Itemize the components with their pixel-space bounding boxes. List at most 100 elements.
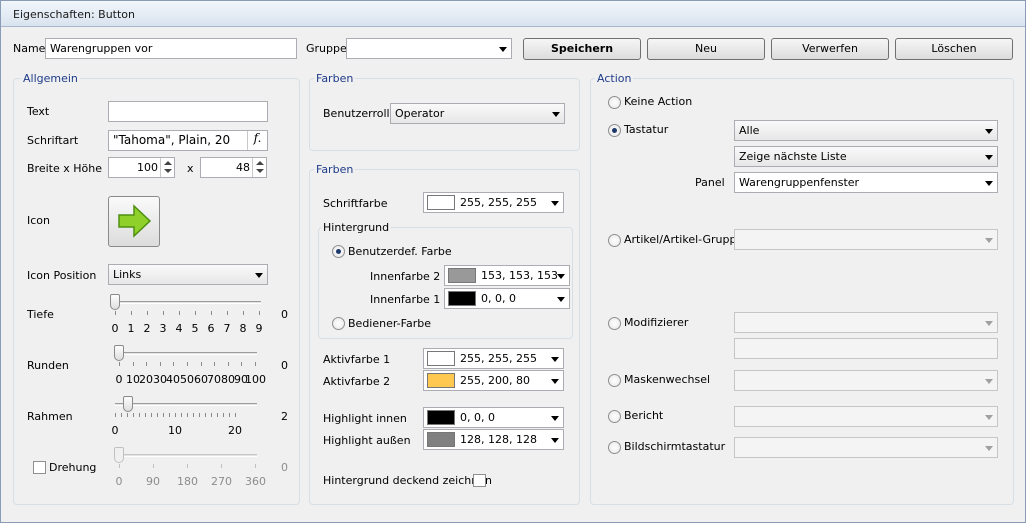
screen-keyboard-select[interactable]: [734, 437, 998, 458]
slider-tick: [187, 362, 188, 366]
rotation-slider-thumb[interactable]: [114, 447, 124, 463]
slider-tick-label: 0: [115, 475, 123, 488]
rounding-label: Runden: [27, 359, 69, 372]
spinner-arrows-icon[interactable]: [252, 158, 266, 177]
slider-tick: [147, 311, 148, 315]
highlight-outer-select[interactable]: 128, 128, 128: [423, 429, 564, 450]
modifier-label: Modifizierer: [624, 316, 689, 329]
screen-keyboard-radio[interactable]: [608, 441, 621, 454]
rotation-checkbox[interactable]: [33, 461, 46, 474]
no-action-radio[interactable]: [608, 96, 621, 109]
slider-minor-tick: [127, 413, 128, 417]
article-group-select[interactable]: [734, 229, 998, 250]
active-color-2-label: Aktivfarbe 2: [323, 375, 391, 388]
slider-tick-label: 360: [245, 475, 266, 488]
panel-select[interactable]: Warengruppenfenster: [734, 172, 998, 193]
inner-color-1-label: Innenfarbe 1: [370, 293, 441, 306]
mask-change-label: Maskenwechsel: [624, 373, 711, 386]
slider-tick: [115, 311, 116, 315]
save-button[interactable]: Speichern: [523, 38, 641, 60]
slider-minor-tick: [217, 413, 218, 417]
slider-tick: [119, 464, 120, 468]
operator-color-radio[interactable]: [332, 317, 345, 330]
rounding-slider-thumb[interactable]: [114, 345, 124, 361]
highlight-inner-select[interactable]: 0, 0, 0: [423, 407, 564, 428]
modifier-field[interactable]: [734, 338, 998, 359]
slider-minor-tick: [157, 413, 158, 417]
depth-value: 0: [281, 308, 288, 321]
article-group-radio[interactable]: [608, 234, 621, 247]
icon-picker-button[interactable]: [108, 196, 160, 247]
role-colors-title: Farben: [314, 72, 356, 85]
keyboard-select[interactable]: Alle: [734, 120, 998, 141]
name-field[interactable]: Warengruppen vor: [45, 38, 297, 59]
window-title: Eigenschaften: Button: [13, 8, 135, 21]
inner-color-2-label: Innenfarbe 2: [370, 270, 441, 283]
height-spinner[interactable]: 48: [200, 157, 267, 178]
mask-change-radio[interactable]: [608, 374, 621, 387]
spinner-arrows-icon[interactable]: [160, 158, 174, 177]
slider-tick: [227, 311, 228, 315]
no-action-label: Keine Action: [624, 95, 693, 108]
slider-minor-tick: [169, 413, 170, 417]
action-group-title: Action: [595, 72, 634, 85]
slider-tick: [133, 362, 134, 366]
mask-change-select[interactable]: [734, 370, 998, 391]
color-swatch: [427, 432, 455, 447]
slider-minor-tick: [133, 413, 134, 417]
next-list-select[interactable]: Zeige nächste Liste: [734, 146, 998, 167]
custom-color-radio[interactable]: [332, 245, 345, 258]
user-role-select[interactable]: Operator: [390, 103, 565, 124]
inner-color-1-select[interactable]: 0, 0, 0: [444, 288, 570, 309]
rotation-slider-track[interactable]: [115, 454, 257, 457]
opaque-background-label: Hintergrund deckend zeichnen: [323, 474, 492, 487]
slider-minor-tick: [175, 413, 176, 417]
delete-button[interactable]: Löschen: [895, 38, 1013, 60]
chevron-down-icon: [499, 47, 507, 52]
active-color-2-select[interactable]: 255, 200, 80: [423, 370, 564, 391]
keyboard-label: Tastatur: [624, 123, 669, 136]
report-select[interactable]: [734, 406, 998, 427]
chevron-down-icon: [557, 274, 565, 279]
active-color-1-select[interactable]: 255, 255, 255: [423, 348, 564, 369]
chevron-down-icon: [551, 357, 559, 362]
font-value: "Tahoma", Plain, 20: [113, 133, 231, 147]
font-color-select[interactable]: 255, 255, 255: [423, 192, 564, 213]
font-chooser-icon[interactable]: f.: [247, 131, 267, 150]
color-swatch: [448, 291, 476, 306]
modifier-select[interactable]: [734, 312, 998, 333]
slider-tick: [259, 311, 260, 315]
frame-slider-track[interactable]: [115, 403, 257, 406]
font-label: Schriftart: [27, 134, 79, 147]
slider-tick-label: 100: [245, 373, 266, 386]
rotation-label: Drehung: [49, 461, 97, 474]
new-button[interactable]: Neu: [647, 38, 765, 60]
color-swatch: [427, 351, 455, 366]
modifier-radio[interactable]: [608, 317, 621, 330]
text-field[interactable]: [108, 101, 268, 122]
frame-slider-thumb[interactable]: [123, 396, 133, 412]
slider-tick: [195, 311, 196, 315]
title-bar: Eigenschaften: Button: [1, 1, 1025, 27]
rounding-slider-track[interactable]: [115, 352, 257, 355]
width-spinner[interactable]: 100: [108, 157, 175, 178]
slider-minor-tick: [163, 413, 164, 417]
slider-minor-tick: [139, 413, 140, 417]
name-label: Name: [13, 42, 46, 55]
slider-tick: [163, 311, 164, 315]
report-radio[interactable]: [608, 410, 621, 423]
inner-color-2-select[interactable]: 153, 153, 153: [444, 265, 570, 286]
opaque-background-checkbox[interactable]: [473, 474, 486, 487]
discard-button[interactable]: Verwerfen: [771, 38, 889, 60]
frame-label: Rahmen: [27, 410, 73, 423]
group-select[interactable]: [346, 38, 512, 59]
slider-minor-tick: [151, 413, 152, 417]
slider-minor-tick: [199, 413, 200, 417]
icon-position-select[interactable]: Links: [108, 264, 268, 285]
font-field[interactable]: "Tahoma", Plain, 20 f.: [108, 130, 268, 151]
depth-slider-thumb[interactable]: [110, 294, 120, 310]
depth-slider-track[interactable]: [111, 301, 261, 304]
arrow-right-icon: [118, 204, 152, 238]
color-swatch: [427, 195, 455, 210]
keyboard-radio[interactable]: [608, 124, 621, 137]
